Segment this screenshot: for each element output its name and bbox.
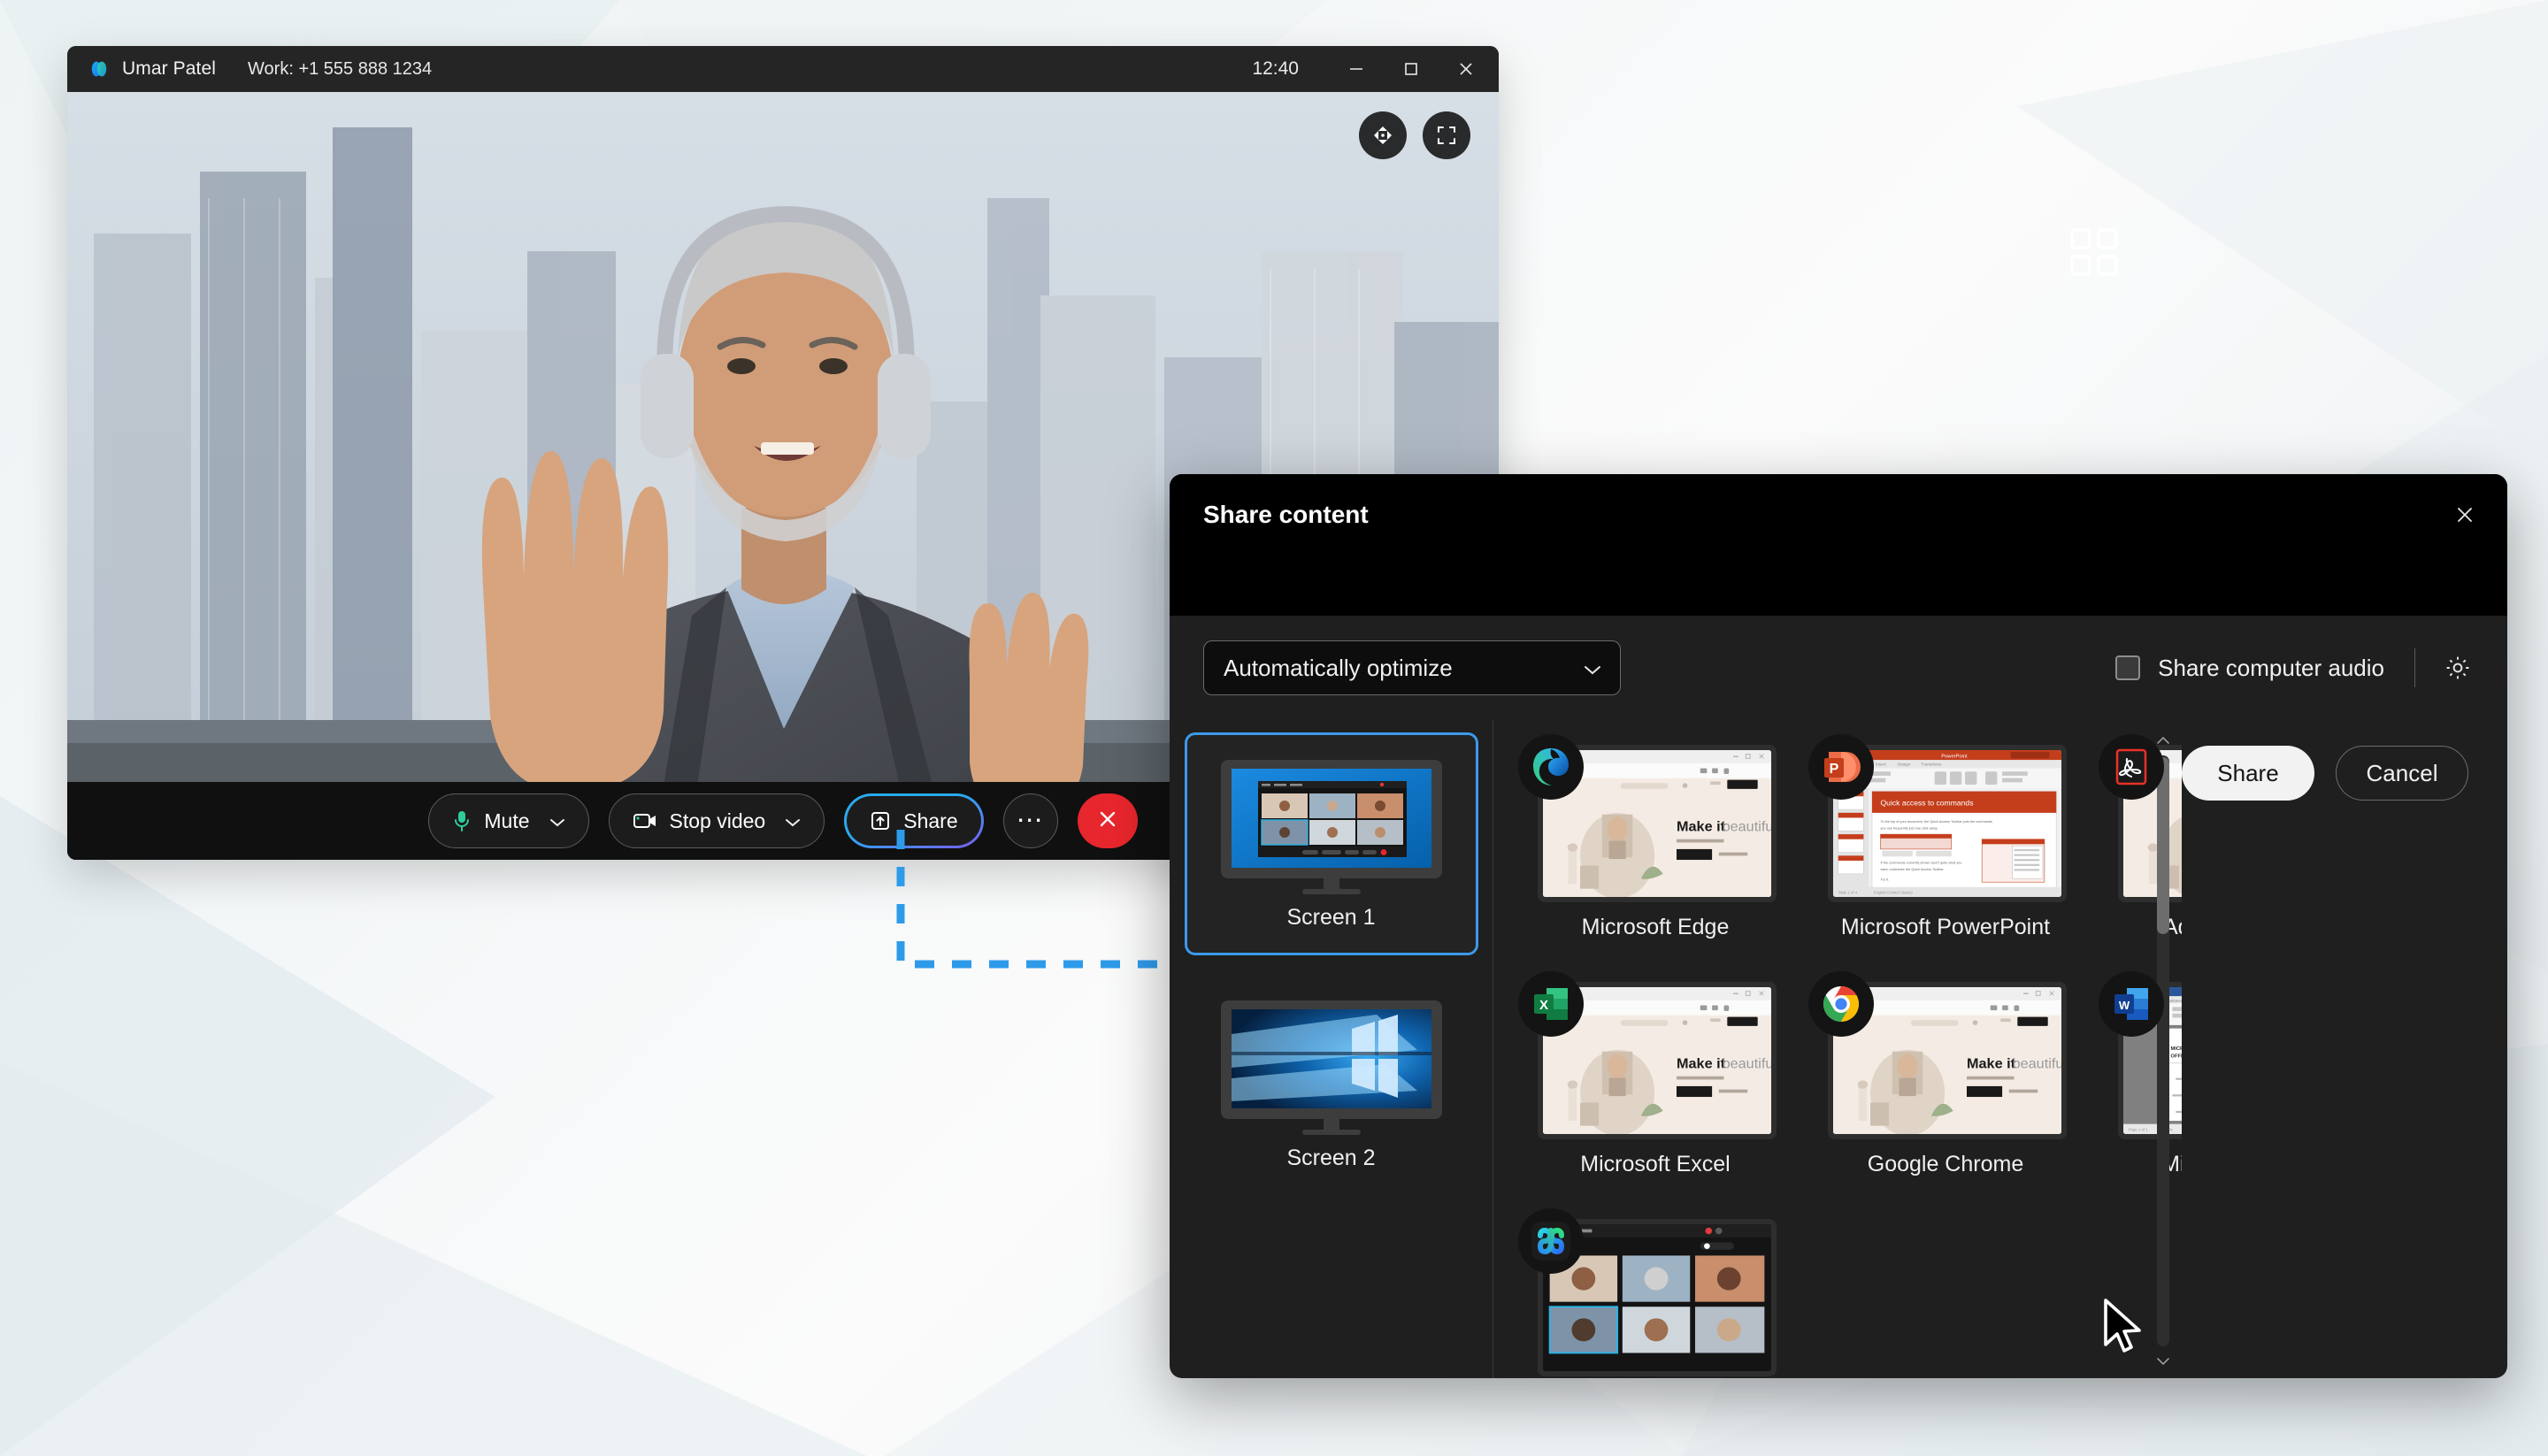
fullscreen-icon[interactable] <box>1423 111 1470 159</box>
app-label: Microsoft Excel <box>1580 1152 1731 1176</box>
close-icon[interactable] <box>1439 46 1493 92</box>
svg-text:Make it: Make it <box>1967 1056 2016 1072</box>
screens-column: Screen 1 Screen 2 <box>1170 720 1493 1378</box>
apps-column: + <box>1493 720 2182 1378</box>
optimize-select[interactable]: Automatically optimize <box>1203 640 1621 695</box>
app-card-webex[interactable] <box>1518 1208 1789 1378</box>
share-label: Share <box>903 808 958 832</box>
app-label: Google Chrome <box>1867 1152 2024 1176</box>
call-window-titlebar: Umar Patel Work: +1 555 888 1234 12:40 <box>67 46 1499 92</box>
screen-card-screen-1[interactable]: Screen 1 <box>1184 732 1478 955</box>
minimize-icon[interactable] <box>1329 46 1384 92</box>
mute-button[interactable]: Mute <box>428 793 589 848</box>
apps-scrollbar[interactable] <box>2152 729 2175 1373</box>
app-label: Microsoft PowerPoint <box>1840 915 2051 939</box>
screen-2-label: Screen 2 <box>1286 1145 1376 1170</box>
svg-text:beautiful: beautiful <box>1723 819 1771 835</box>
screen-card-screen-2[interactable]: Screen 2 <box>1185 973 1478 1196</box>
monitor-thumbnail <box>1217 999 1446 1140</box>
toolbar-divider <box>2414 648 2415 687</box>
share-computer-audio-checkbox[interactable] <box>2115 655 2141 680</box>
svg-text:Design: Design <box>1898 762 1911 768</box>
adobe-acrobat-icon <box>2099 734 2164 800</box>
video-float-controls <box>1359 111 1470 159</box>
caller-name: Umar Patel <box>122 58 217 79</box>
svg-text:If the commands currently show: If the commands currently shown aren't q… <box>1881 862 1962 865</box>
svg-text:Slide 1 of 4: Slide 1 of 4 <box>1838 890 1858 894</box>
stop-video-button[interactable]: Stop video <box>608 793 825 848</box>
scrollbar-track[interactable] <box>2157 755 2169 1346</box>
svg-text:you use frequently just one cl: you use frequently just one click away. <box>1881 827 1938 831</box>
svg-text:Make it: Make it <box>1677 819 1726 835</box>
share-confirm-button[interactable]: Share <box>2182 746 2314 801</box>
microsoft-excel-icon: X <box>1518 971 1584 1037</box>
dialog-body: Screen 1 Screen 2 Make it beautiful Micr… <box>1170 720 2507 1378</box>
end-call-button[interactable] <box>1077 793 1138 848</box>
share-content-dialog: Share content Automatically optimize Sha… <box>1170 474 2507 1378</box>
more-options-button[interactable]: ⋯ <box>1002 793 1058 848</box>
app-card-google-chrome[interactable]: + <box>1808 971 2079 1203</box>
svg-text:beautiful: beautiful <box>2013 1056 2061 1072</box>
chevron-down-icon[interactable] <box>549 809 565 833</box>
svg-text:To the top of your document, t: To the top of your document, the Quick A… <box>1881 820 1993 824</box>
cancel-button[interactable]: Cancel <box>2336 746 2468 801</box>
chevron-down-icon <box>1583 655 1602 682</box>
svg-text:Try it.: Try it. <box>1881 877 1889 881</box>
chevron-down-icon[interactable] <box>785 809 801 833</box>
close-icon <box>1096 808 1119 835</box>
webex-logo-icon <box>88 58 110 80</box>
svg-text:Insert: Insert <box>1876 762 1887 768</box>
svg-text:beautiful: beautiful <box>1723 1056 1771 1072</box>
apps-grid: + <box>1518 734 2182 1378</box>
app-label: Microsoft Edge <box>1581 915 1730 939</box>
call-clock: 12:40 <box>1252 58 1299 79</box>
svg-text:Quick access to commands: Quick access to commands <box>1881 799 1974 808</box>
gear-icon[interactable] <box>2438 648 2477 687</box>
apps-grid-icon <box>2070 228 2118 276</box>
svg-text:P: P <box>1830 762 1839 777</box>
google-chrome-icon <box>1808 971 1874 1037</box>
maximize-icon[interactable] <box>1384 46 1439 92</box>
chevron-down-icon[interactable] <box>2155 1350 2171 1373</box>
close-icon[interactable] <box>2442 492 2488 538</box>
app-card-microsoft-powerpoint[interactable]: P PowerPoint Insert Design Transitions Q… <box>1808 734 2079 966</box>
monitor-thumbnail <box>1217 758 1446 900</box>
screen-1-label: Screen 1 <box>1286 904 1376 930</box>
dialog-title: Share content <box>1203 501 1369 528</box>
share-arrow-up-icon <box>870 810 891 831</box>
share-computer-audio-group[interactable]: Share computer audio <box>2115 648 2477 687</box>
svg-text:X: X <box>1539 998 1548 1013</box>
dialog-header: Share content <box>1170 474 2507 616</box>
share-computer-audio-label: Share computer audio <box>2158 654 2384 681</box>
svg-text:Make it: Make it <box>1677 1056 1726 1072</box>
webex-app-icon <box>1518 1208 1584 1274</box>
app-card-microsoft-edge[interactable]: + <box>1518 734 1789 966</box>
share-button[interactable]: Share <box>844 793 983 848</box>
dialog-toolbar: Automatically optimize Share computer au… <box>1170 616 2507 720</box>
mute-label: Mute <box>484 808 530 832</box>
microsoft-edge-icon <box>1518 734 1584 800</box>
stop-video-label: Stop video <box>669 808 766 832</box>
desktop-background: Umar Patel Work: +1 555 888 1234 12:40 M… <box>0 0 2548 1456</box>
microsoft-word-icon: W <box>2099 971 2164 1037</box>
svg-text:W: W <box>2119 999 2130 1012</box>
microphone-icon <box>452 809 472 832</box>
svg-text:English (United States): English (United States) <box>1874 890 1913 894</box>
svg-text:Transitions: Transitions <box>1921 762 1942 768</box>
optimize-selected-value: Automatically optimize <box>1224 654 1453 681</box>
svg-text:PowerPoint: PowerPoint <box>1941 754 1968 759</box>
microsoft-powerpoint-icon: P <box>1808 734 1874 800</box>
svg-text:want, customize the Quick Acce: want, customize the Quick Access Toolbar… <box>1881 868 1945 871</box>
svg-text:Page 1 of 1: Page 1 of 1 <box>2129 1127 2149 1131</box>
dialog-footer: Share Cancel <box>2182 720 2507 826</box>
app-card-microsoft-excel[interactable]: X + <box>1518 971 1789 1203</box>
camera-control-icon[interactable] <box>1359 111 1407 159</box>
caller-phone: Work: +1 555 888 1234 <box>248 58 433 79</box>
video-camera-icon <box>633 811 657 831</box>
